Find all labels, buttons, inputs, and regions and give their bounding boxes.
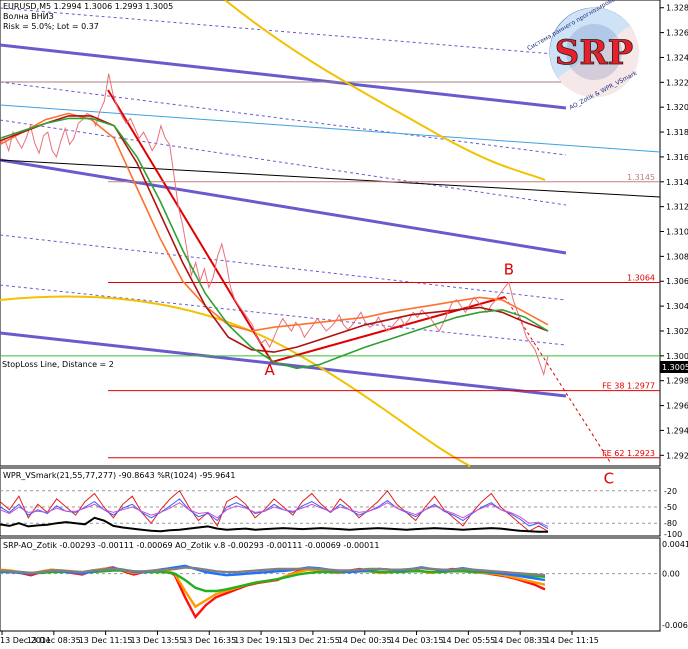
main-ytick-10: 1.3085 — [666, 252, 688, 261]
info-line-1: Волна ВНИЗ — [3, 12, 54, 21]
logo-text: SRP — [555, 33, 633, 73]
ao-ytick-1: 0.00 — [662, 570, 680, 579]
chart-canvas: 1.3064 FE 38 1.2977 FE 62 1.2923 1.3145 1.3… — [0, 0, 688, 649]
level-label-0: 1.3064 — [627, 273, 655, 282]
wave-label-A: A — [265, 361, 276, 379]
wpr-ytick-1: -50 — [664, 503, 677, 512]
level-label-3: 1.3145 — [627, 173, 655, 182]
main-ytick-5: 1.3185 — [666, 128, 688, 137]
main-ytick-3: 1.3225 — [666, 78, 688, 87]
symbol-info: EURUSD,M5 1.2994 1.3006 1.2993 1.3005 — [3, 2, 173, 11]
xtick-6: 13 Dec 21:55 — [286, 636, 340, 645]
xtick-3: 13 Dec 13:55 — [131, 636, 185, 645]
main-ytick-18: 1.2925 — [666, 451, 688, 460]
level-label-2: FE 62 1.2923 — [602, 449, 655, 458]
main-ytick-4: 1.3205 — [666, 103, 688, 112]
main-ytick-12: 1.3045 — [666, 302, 688, 311]
info-line-2: Risk = 5.0%; Lot = 0.37 — [3, 22, 99, 31]
main-ytick-11: 1.3065 — [666, 277, 688, 286]
main-ytick-14: 1.3005 — [666, 352, 688, 361]
ao-ytick-2: -0.0069 — [662, 621, 688, 630]
ao-ytick-0: 0.00415 — [662, 540, 688, 549]
level-label-1: FE 38 1.2977 — [602, 382, 655, 391]
xtick-4: 13 Dec 16:35 — [182, 636, 236, 645]
xtick-5: 13 Dec 19:15 — [234, 636, 288, 645]
main-ytick-0: 1.3285 — [666, 4, 688, 13]
wpr-ytick-3: -100 — [664, 530, 682, 539]
main-ytick-13: 1.3025 — [666, 327, 688, 336]
main-ytick-15: 1.2985 — [666, 377, 688, 386]
wpr-ytick-0: -20 — [664, 487, 677, 496]
main-ytick-9: 1.3105 — [666, 228, 688, 237]
wave-label-B: B — [504, 260, 514, 278]
stoploss-label: StopLoss Line, Distance = 2 — [2, 360, 114, 369]
main-ytick-2: 1.3245 — [666, 53, 688, 62]
xtick-8: 14 Dec 03:15 — [390, 636, 444, 645]
xtick-1: 13 Dec 08:35 — [27, 636, 81, 645]
main-ytick-16: 1.2965 — [666, 402, 688, 411]
main-ytick-7: 1.3145 — [666, 178, 688, 187]
xtick-7: 14 Dec 00:35 — [338, 636, 392, 645]
xtick-9: 14 Dec 05:55 — [441, 636, 495, 645]
ao-title: SRP-AO_Zotik -0.00293 -0.00111 -0.00069 … — [3, 541, 379, 550]
xtick-10: 14 Dec 08:35 — [493, 636, 547, 645]
current-price-label: 1.3005 — [662, 363, 688, 372]
xtick-2: 13 Dec 11:15 — [79, 636, 133, 645]
main-ytick-17: 1.2945 — [666, 426, 688, 435]
wave-label-C: C — [604, 469, 614, 487]
xtick-11: 14 Dec 11:15 — [545, 636, 599, 645]
wpr-ytick-2: -80 — [664, 519, 677, 528]
main-ytick-6: 1.3165 — [666, 153, 688, 162]
main-ytick-8: 1.3125 — [666, 203, 688, 212]
main-ytick-1: 1.3265 — [666, 29, 688, 38]
wpr-title: WPR_VSmark(21,55,77,277) -90.8643 %R(102… — [3, 471, 235, 480]
